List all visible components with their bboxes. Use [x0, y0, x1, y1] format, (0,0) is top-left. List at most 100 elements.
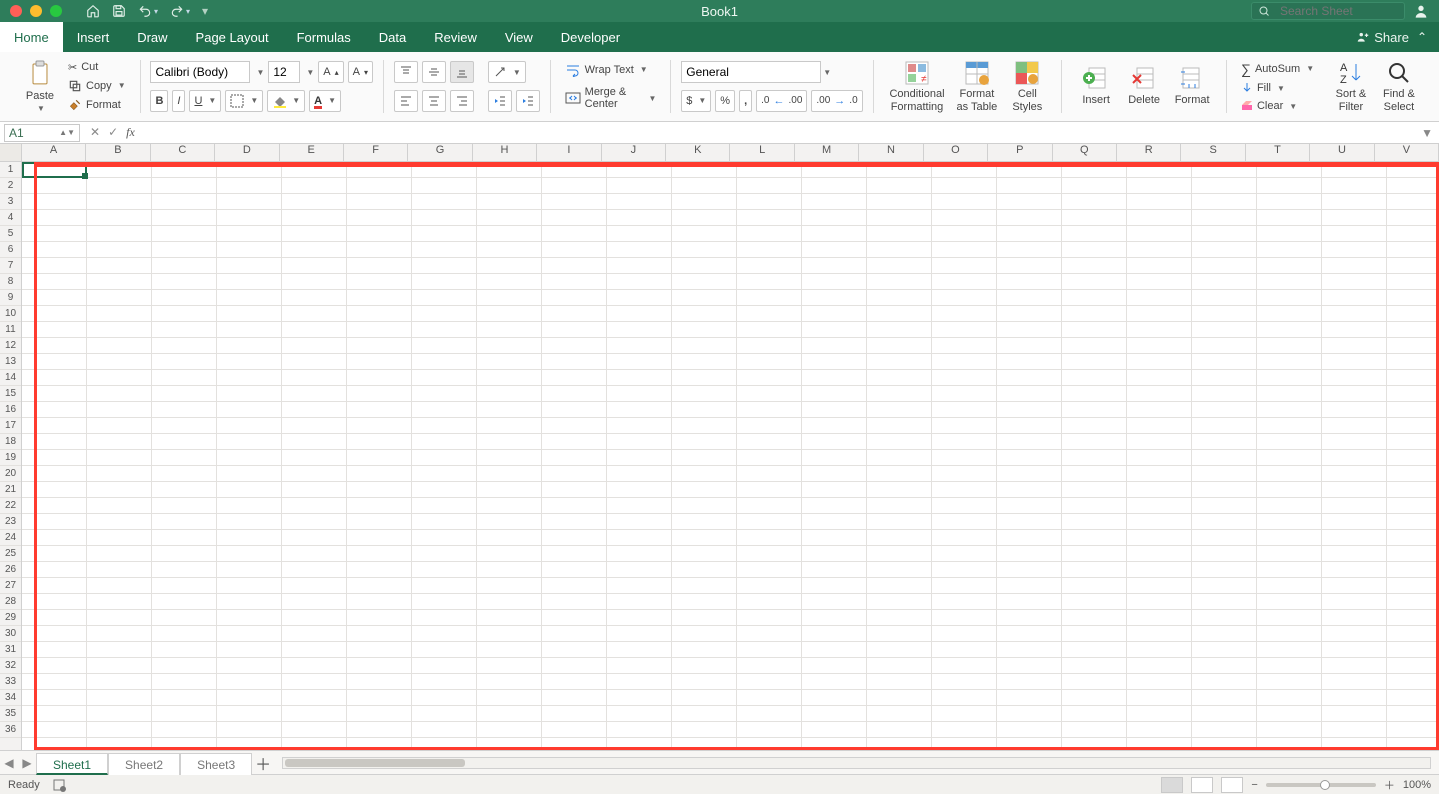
column-header[interactable]: N	[859, 144, 923, 161]
column-header[interactable]: P	[988, 144, 1052, 161]
row-header[interactable]: 26	[0, 562, 21, 578]
decrease-decimal-button[interactable]: .00→.0	[811, 90, 862, 112]
column-header[interactable]: M	[795, 144, 859, 161]
row-header[interactable]: 4	[0, 210, 21, 226]
fill-color-button[interactable]: ▼	[267, 90, 305, 112]
column-header[interactable]: C	[151, 144, 215, 161]
row-header[interactable]: 36	[0, 722, 21, 738]
row-header[interactable]: 29	[0, 610, 21, 626]
macro-record-icon[interactable]	[52, 778, 66, 792]
wrap-text-button[interactable]: Wrap Text▼	[561, 61, 661, 79]
column-header[interactable]: E	[280, 144, 344, 161]
row-header[interactable]: 28	[0, 594, 21, 610]
column-header[interactable]: K	[666, 144, 730, 161]
column-header[interactable]: H	[473, 144, 537, 161]
align-right-button[interactable]	[450, 90, 474, 112]
tab-developer[interactable]: Developer	[547, 22, 634, 52]
merge-center-button[interactable]: Merge & Center▼	[561, 84, 661, 112]
name-box[interactable]: A1▲▼	[4, 124, 80, 142]
row-header[interactable]: 33	[0, 674, 21, 690]
delete-cells-button[interactable]: Delete	[1120, 58, 1168, 115]
orientation-button[interactable]: ▼	[488, 61, 526, 83]
increase-decimal-button[interactable]: .0←.00	[756, 90, 807, 112]
share-button[interactable]: Share	[1356, 30, 1409, 45]
page-break-view-button[interactable]	[1221, 777, 1243, 793]
clear-button[interactable]: Clear▼	[1237, 98, 1327, 114]
decrease-font-button[interactable]: A▾	[348, 61, 373, 83]
row-header[interactable]: 16	[0, 402, 21, 418]
row-header[interactable]: 27	[0, 578, 21, 594]
account-icon[interactable]	[1413, 3, 1429, 19]
font-name-combo[interactable]	[150, 61, 250, 83]
cell-grid[interactable]	[22, 162, 1439, 750]
search-input[interactable]	[1278, 3, 1398, 19]
formula-input[interactable]	[145, 124, 1439, 142]
underline-button[interactable]: U▼	[189, 90, 221, 112]
sheet-tab-sheet2[interactable]: Sheet2	[108, 753, 180, 775]
fx-icon[interactable]: fx	[126, 125, 135, 140]
column-header[interactable]: I	[537, 144, 601, 161]
align-bottom-button[interactable]	[450, 61, 474, 83]
sheet-tab-sheet3[interactable]: Sheet3	[180, 753, 252, 775]
format-cells-button[interactable]: Format	[1168, 58, 1216, 115]
row-header[interactable]: 31	[0, 642, 21, 658]
column-header[interactable]: G	[408, 144, 472, 161]
column-header[interactable]: S	[1181, 144, 1245, 161]
align-top-button[interactable]	[394, 61, 418, 83]
worksheet-area[interactable]: ABCDEFGHIJKLMNOPQRSTUV 12345678910111213…	[0, 144, 1439, 750]
row-header[interactable]: 5	[0, 226, 21, 242]
close-window-button[interactable]	[10, 5, 22, 17]
tab-draw[interactable]: Draw	[123, 22, 181, 52]
sheet-nav-next[interactable]: ▶	[18, 756, 36, 770]
italic-button[interactable]: I	[172, 90, 185, 112]
row-header[interactable]: 2	[0, 178, 21, 194]
cancel-formula-icon[interactable]: ✕	[90, 125, 100, 140]
bold-button[interactable]: B	[150, 90, 168, 112]
sort-filter-button[interactable]: AZSort & Filter	[1327, 58, 1375, 115]
row-header[interactable]: 34	[0, 690, 21, 706]
qat-customize-icon[interactable]: ▾	[202, 4, 208, 18]
zoom-slider[interactable]	[1266, 783, 1376, 787]
tab-page-layout[interactable]: Page Layout	[182, 22, 283, 52]
tab-data[interactable]: Data	[365, 22, 420, 52]
copy-button[interactable]: Copy▼	[64, 77, 130, 95]
row-header[interactable]: 32	[0, 658, 21, 674]
column-header[interactable]: J	[602, 144, 666, 161]
column-header[interactable]: A	[22, 144, 86, 161]
row-header[interactable]: 23	[0, 514, 21, 530]
increase-indent-button[interactable]	[516, 90, 540, 112]
cut-button[interactable]: ✂Cut	[64, 59, 130, 76]
row-header[interactable]: 11	[0, 322, 21, 338]
conditional-formatting-button[interactable]: ≠Conditional Formatting	[883, 58, 950, 115]
comma-style-button[interactable]: ,	[739, 90, 752, 112]
column-header[interactable]: T	[1246, 144, 1310, 161]
row-header[interactable]: 24	[0, 530, 21, 546]
tab-formulas[interactable]: Formulas	[283, 22, 365, 52]
column-header[interactable]: L	[730, 144, 794, 161]
align-center-button[interactable]	[422, 90, 446, 112]
row-header[interactable]: 18	[0, 434, 21, 450]
row-header[interactable]: 13	[0, 354, 21, 370]
normal-view-button[interactable]	[1161, 777, 1183, 793]
expand-formula-bar-icon[interactable]: ▼	[1421, 126, 1433, 140]
increase-font-button[interactable]: A▴	[318, 61, 343, 83]
row-header[interactable]: 9	[0, 290, 21, 306]
column-header[interactable]: U	[1310, 144, 1374, 161]
home-icon[interactable]	[86, 4, 100, 18]
paste-button[interactable]: Paste ▼	[16, 58, 64, 115]
percent-button[interactable]: %	[715, 90, 735, 112]
zoom-in-button[interactable]: ＋	[1384, 777, 1395, 793]
row-header[interactable]: 8	[0, 274, 21, 290]
save-icon[interactable]	[112, 4, 126, 18]
row-header[interactable]: 19	[0, 450, 21, 466]
tab-home[interactable]: Home	[0, 22, 63, 52]
undo-icon[interactable]: ▾	[138, 4, 158, 18]
row-header[interactable]: 15	[0, 386, 21, 402]
insert-cells-button[interactable]: Insert	[1072, 58, 1120, 115]
format-as-table-button[interactable]: Format as Table	[951, 58, 1004, 115]
collapse-ribbon-icon[interactable]: ⌃	[1417, 30, 1427, 44]
zoom-out-button[interactable]: −	[1251, 779, 1257, 791]
decrease-indent-button[interactable]	[488, 90, 512, 112]
row-header[interactable]: 7	[0, 258, 21, 274]
column-header[interactable]: D	[215, 144, 279, 161]
